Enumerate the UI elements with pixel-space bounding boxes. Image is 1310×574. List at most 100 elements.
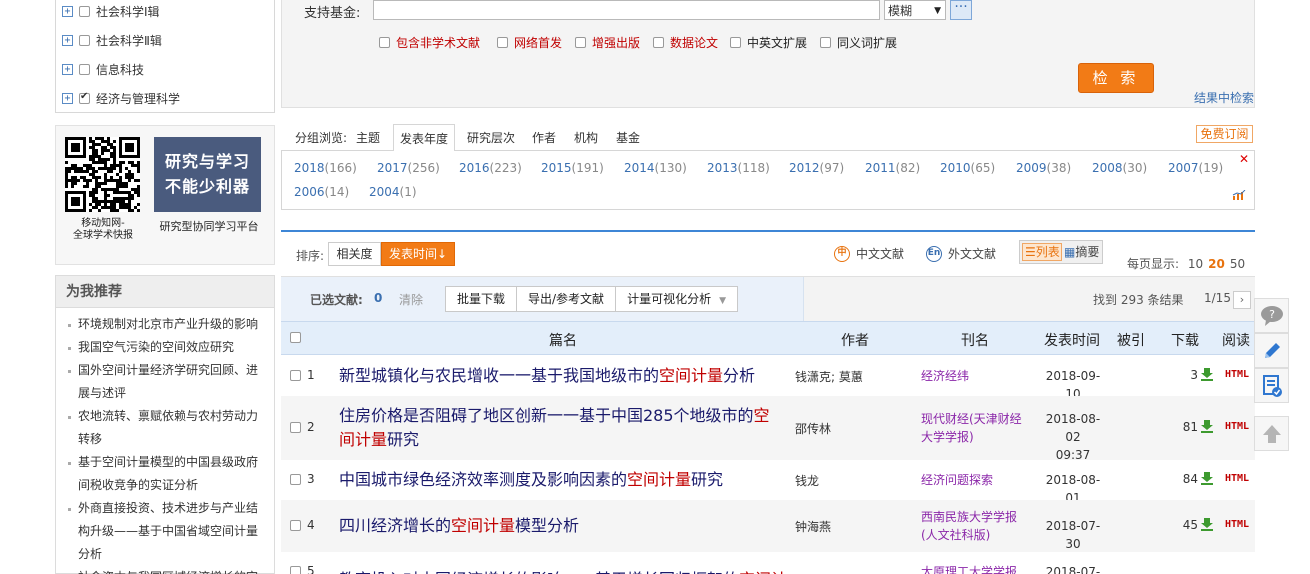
- clear-selection-link[interactable]: 清除: [399, 291, 423, 308]
- row-journal[interactable]: 太原理工大学学报: [921, 563, 1031, 574]
- view-list-button[interactable]: ☰列表: [1022, 243, 1062, 261]
- col-downloads[interactable]: 下载: [1171, 330, 1199, 350]
- sort-time-button[interactable]: 发表时间↓: [381, 242, 455, 266]
- download-icon[interactable]: [1200, 471, 1214, 485]
- export-button[interactable]: 导出/参考文献: [517, 287, 617, 311]
- view-abstract-button[interactable]: ▦摘要: [1064, 244, 1099, 260]
- qr-caption[interactable]: 移动知网- 全球学术快报: [58, 218, 148, 242]
- option-checkbox[interactable]: [730, 36, 741, 48]
- year-facet-item[interactable]: 2010(65): [940, 161, 995, 175]
- row-title-link[interactable]: 四川经济增长的空间计量模型分析: [339, 514, 799, 538]
- recommend-item[interactable]: 国外空间计量经济学研究回顾、进 展与述评: [68, 359, 268, 405]
- row-title-link[interactable]: 住房价格是否阻碍了地区创新一一基于中国285个地级市的空间计量研究: [339, 404, 784, 452]
- row-journal[interactable]: 经济经纬: [921, 367, 1031, 385]
- chinese-docs-tab[interactable]: 中 中文文献: [834, 245, 904, 262]
- per-page-option[interactable]: 50: [1230, 257, 1245, 271]
- fund-input[interactable]: [373, 0, 880, 20]
- recommend-item[interactable]: 社会资本与我国区域经济增长的空: [68, 566, 268, 574]
- recommend-item[interactable]: 基于空间计量模型的中国县级政府 间税收竞争的实证分析: [68, 451, 268, 497]
- option-checkbox[interactable]: [575, 36, 586, 48]
- sort-relevance-button[interactable]: 相关度: [328, 242, 381, 266]
- row-title-link[interactable]: 教育投入对中国经济增长的影响一一基于增长回归框架的空间计: [339, 568, 799, 574]
- subject-tree-item[interactable]: + 社会科学Ⅰ辑: [62, 2, 160, 20]
- row-title-link[interactable]: 新型城镇化与农民增收一一基于我国地级市的空间计量分析: [339, 364, 799, 388]
- expand-icon[interactable]: +: [62, 34, 73, 46]
- subject-tree-item[interactable]: + 经济与管理科学: [62, 89, 180, 107]
- search-option[interactable]: 数据论文: [653, 34, 718, 50]
- search-option[interactable]: 中英文扩展: [730, 34, 807, 50]
- option-checkbox[interactable]: [820, 36, 831, 48]
- subject-tree-item[interactable]: + 信息科技: [62, 60, 144, 78]
- chart-icon[interactable]: [1232, 190, 1246, 200]
- fund-more-button[interactable]: ···: [950, 0, 972, 20]
- subject-checkbox[interactable]: [79, 5, 90, 17]
- subject-checkbox[interactable]: [79, 63, 90, 75]
- row-author[interactable]: 钱龙: [795, 472, 819, 489]
- col-date[interactable]: 发表时间: [1044, 330, 1100, 350]
- subject-checkbox[interactable]: [79, 91, 90, 104]
- study-platform-banner[interactable]: 研究与学习 不能少利器: [154, 137, 261, 212]
- subject-checkbox[interactable]: [79, 34, 90, 46]
- recommend-item[interactable]: 环境规制对北京市产业升级的影响: [68, 313, 268, 336]
- expand-icon[interactable]: +: [62, 92, 73, 104]
- banner-caption[interactable]: 研究型协同学习平台: [148, 218, 270, 234]
- year-facet-item[interactable]: 2014(130): [624, 161, 687, 175]
- group-tab[interactable]: 基金: [616, 129, 640, 146]
- group-tab[interactable]: 发表年度: [393, 124, 456, 151]
- row-journal[interactable]: 现代财经(天津财经 大学学报): [921, 410, 1031, 446]
- year-facet-item[interactable]: 2008(30): [1092, 161, 1147, 175]
- search-option[interactable]: 网络首发: [497, 34, 562, 50]
- html-read-button[interactable]: HTML: [1225, 421, 1249, 432]
- expand-icon[interactable]: +: [62, 63, 73, 75]
- per-page-option[interactable]: 10: [1188, 257, 1203, 271]
- close-icon[interactable]: ✕: [1239, 152, 1249, 166]
- row-author[interactable]: 钟海燕: [795, 518, 831, 535]
- option-checkbox[interactable]: [379, 36, 390, 48]
- recommend-item[interactable]: 外商直接投资、技术进步与产业结 构升级——基于中国省域空间计量 分析: [68, 497, 268, 566]
- qr-code-image[interactable]: [65, 137, 140, 212]
- group-tab[interactable]: 作者: [532, 129, 556, 146]
- option-checkbox[interactable]: [653, 36, 664, 48]
- year-facet-item[interactable]: 2004(1): [369, 185, 417, 199]
- row-checkbox[interactable]: [290, 566, 301, 574]
- select-all-checkbox[interactable]: [290, 332, 301, 343]
- year-facet-item[interactable]: 2018(166): [294, 161, 357, 175]
- row-checkbox[interactable]: [290, 422, 301, 433]
- year-facet-item[interactable]: 2006(14): [294, 185, 349, 199]
- year-facet-item[interactable]: 2016(223): [459, 161, 522, 175]
- row-checkbox[interactable]: [290, 370, 301, 381]
- year-facet-item[interactable]: 2011(82): [865, 161, 920, 175]
- edit-button[interactable]: [1254, 333, 1289, 368]
- row-author[interactable]: 邵传林: [795, 420, 831, 437]
- col-author[interactable]: 作者: [841, 330, 869, 350]
- year-facet-item[interactable]: 2009(38): [1016, 161, 1071, 175]
- next-page-button[interactable]: ›: [1233, 291, 1251, 309]
- row-checkbox[interactable]: [290, 520, 301, 531]
- col-cited[interactable]: 被引: [1117, 330, 1145, 350]
- html-read-button[interactable]: HTML: [1225, 519, 1249, 530]
- col-journal[interactable]: 刊名: [961, 330, 989, 350]
- year-facet-item[interactable]: 2012(97): [789, 161, 844, 175]
- back-to-top-button[interactable]: [1254, 416, 1289, 451]
- group-tab[interactable]: 机构: [574, 129, 598, 146]
- feedback-button[interactable]: ?: [1254, 298, 1289, 333]
- search-option[interactable]: 包含非学术文献: [379, 34, 480, 50]
- search-option[interactable]: 增强出版: [575, 34, 640, 50]
- year-facet-item[interactable]: 2013(118): [707, 161, 770, 175]
- row-journal[interactable]: 经济问题探索: [921, 471, 1031, 489]
- visualize-button[interactable]: 计量可视化分析 ▼: [616, 287, 737, 311]
- col-read[interactable]: 阅读: [1222, 330, 1250, 350]
- task-button[interactable]: [1254, 368, 1289, 403]
- col-title[interactable]: 篇名: [549, 330, 577, 350]
- per-page-option[interactable]: 20: [1208, 257, 1225, 271]
- subject-tree-item[interactable]: + 社会科学Ⅱ辑: [62, 31, 162, 49]
- batch-download-button[interactable]: 批量下载: [446, 287, 518, 311]
- download-icon[interactable]: [1200, 419, 1214, 433]
- group-tab[interactable]: 主题: [356, 129, 380, 146]
- html-read-button[interactable]: HTML: [1225, 473, 1249, 484]
- year-facet-item[interactable]: 2017(256): [377, 161, 440, 175]
- row-checkbox[interactable]: [290, 474, 301, 485]
- year-facet-item[interactable]: 2007(19): [1168, 161, 1223, 175]
- download-icon[interactable]: [1200, 367, 1214, 381]
- group-tab[interactable]: 研究层次: [467, 129, 515, 146]
